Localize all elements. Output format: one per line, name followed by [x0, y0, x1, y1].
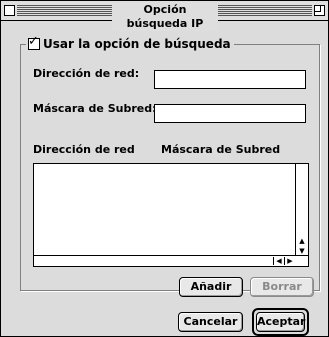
- subnet-mask-label: Máscara de Subred:: [33, 102, 157, 115]
- remove-button[interactable]: Borrar: [250, 277, 314, 297]
- accept-button[interactable]: Aceptar: [256, 312, 305, 332]
- zoom-box-icon[interactable]: [314, 5, 325, 16]
- search-option-checkbox[interactable]: ✓: [28, 34, 40, 50]
- subnet-mask-input[interactable]: [154, 104, 306, 123]
- scroll-right-arrow-icon[interactable]: ▶: [284, 257, 295, 265]
- scroll-up-arrow-icon[interactable]: ▲: [296, 237, 308, 245]
- horizontal-scrollbar[interactable]: ◀ ▶: [34, 255, 308, 266]
- network-address-input[interactable]: [154, 70, 306, 89]
- dialog-window: Opción búsqueda IP ✓ Usar la opción de b…: [0, 0, 329, 337]
- window-title: Opción búsqueda IP: [112, 3, 218, 31]
- title-stripes-right: [218, 5, 312, 16]
- scroll-left-arrow-icon[interactable]: ◀: [273, 257, 284, 265]
- close-box-icon[interactable]: [4, 5, 15, 16]
- title-bar[interactable]: Opción búsqueda IP: [1, 1, 328, 31]
- address-list[interactable]: ▲ ▼ ◀ ▶: [33, 163, 309, 267]
- search-option-label: Usar la opción de búsqueda: [43, 37, 231, 51]
- checkmark-icon: ✓: [28, 34, 39, 49]
- title-stripes-left: [17, 5, 112, 16]
- add-button[interactable]: Añadir: [179, 277, 243, 297]
- search-option-checkbox-row[interactable]: ✓ Usar la opción de búsqueda: [26, 35, 234, 53]
- cancel-button[interactable]: Cancelar: [178, 312, 243, 332]
- scroll-down-arrow-icon[interactable]: ▼: [296, 247, 308, 255]
- column-header-subnet-mask: Máscara de Subred: [161, 143, 281, 156]
- vertical-scrollbar[interactable]: ▲ ▼: [295, 164, 308, 256]
- column-header-network-address: Dirección de red: [33, 143, 135, 156]
- network-address-label: Dirección de red:: [33, 67, 140, 80]
